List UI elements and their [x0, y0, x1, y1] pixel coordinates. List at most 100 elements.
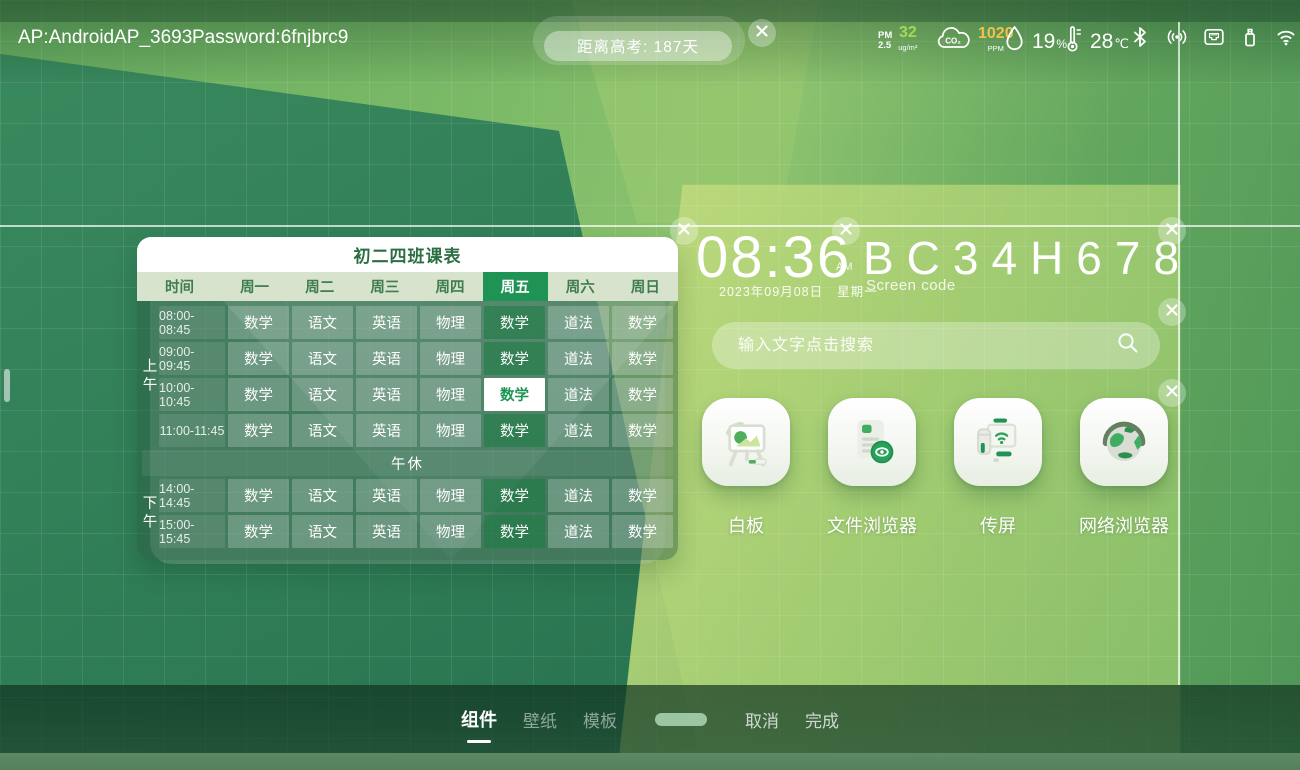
pm25-value: 32 — [899, 26, 917, 40]
subject-cell: 英语 — [356, 342, 417, 375]
subject-cell: 英语 — [356, 378, 417, 411]
screen-code-close-button[interactable] — [1158, 217, 1186, 245]
close-icon — [839, 222, 853, 241]
ap-password-label: Password:6fnjbrc9 — [192, 27, 348, 49]
app-whiteboard[interactable]: 白板 — [690, 398, 802, 538]
tab-components[interactable]: 组件 — [461, 706, 497, 732]
subject-cell: 道法 — [548, 479, 609, 512]
close-icon — [755, 24, 769, 43]
timetable-column-header: 周日 — [613, 272, 678, 301]
countdown-widget[interactable]: 距离高考: 187天 — [533, 16, 745, 65]
apps-close-button[interactable] — [1158, 379, 1186, 407]
timetable-column-header: 周二 — [287, 272, 352, 301]
subject-cell: 语文 — [292, 515, 353, 548]
subject-cell: 道法 — [548, 378, 609, 411]
screen-code-label: Screen code — [866, 277, 956, 294]
bluetooth-icon[interactable] — [1128, 25, 1152, 49]
morning-label: 上午 — [142, 306, 156, 447]
wifi-icon[interactable] — [1274, 25, 1298, 49]
subject-cell: 数学 — [612, 414, 673, 447]
subject-cell: 数学 — [612, 515, 673, 548]
temperature-value: 28 — [1090, 30, 1113, 54]
close-icon — [677, 222, 691, 241]
close-icon — [1165, 222, 1179, 241]
usb-drive-icon[interactable] — [1238, 25, 1262, 49]
afternoon-label: 下午 — [142, 479, 156, 548]
search-icon[interactable] — [1116, 331, 1140, 360]
subject-cell: 物理 — [420, 378, 481, 411]
close-icon — [1165, 303, 1179, 322]
subject-cell: 语文 — [292, 378, 353, 411]
timetable-column-header: 周四 — [417, 272, 482, 301]
subject-cell: 语文 — [292, 342, 353, 375]
app-file-browser[interactable]: 文件浏览器 — [816, 398, 928, 538]
current-subject-cell: 数学 — [484, 378, 545, 411]
done-button[interactable]: 完成 — [805, 707, 839, 732]
subject-cell: 道法 — [548, 306, 609, 339]
close-icon — [1165, 384, 1179, 403]
subject-cell: 道法 — [548, 414, 609, 447]
left-scroll-indicator[interactable] — [4, 369, 10, 402]
humidity-sensor: 19 % — [1002, 24, 1067, 59]
time-cell: 14:00-14:45 — [159, 479, 225, 512]
timetable-close-button[interactable] — [670, 217, 698, 245]
subject-cell: 物理 — [420, 479, 481, 512]
subject-cell: 数学 — [228, 414, 289, 447]
subject-cell: 英语 — [356, 479, 417, 512]
clock-close-button[interactable] — [832, 217, 860, 245]
subject-cell: 英语 — [356, 306, 417, 339]
app-screen-cast[interactable]: 传屏 — [942, 398, 1054, 538]
file-browser-icon — [828, 398, 916, 486]
bottom-edge-strip — [0, 753, 1300, 770]
time-cell: 08:00-08:45 — [159, 306, 225, 339]
edit-toolbar: 组件 壁纸 模板 取消 完成 — [0, 685, 1300, 753]
whiteboard-icon — [702, 398, 790, 486]
timetable-column-header: 周五 — [483, 272, 548, 301]
cancel-button[interactable]: 取消 — [745, 707, 779, 732]
vertical-guide-line — [1178, 22, 1180, 685]
launcher-screen: AP:AndroidAP_3693 Password:6fnjbrc9 距离高考… — [0, 0, 1300, 770]
countdown-close-button[interactable] — [748, 19, 776, 47]
subject-cell: 数学 — [228, 306, 289, 339]
app-label: 网络浏览器 — [1079, 512, 1169, 538]
ap-ssid-label: AP:AndroidAP_3693 — [18, 27, 192, 49]
ethernet-icon[interactable] — [1202, 25, 1226, 49]
time-cell: 09:00-09:45 — [159, 342, 225, 375]
search-bar — [712, 322, 1160, 369]
pm-name: PM — [878, 31, 892, 41]
app-web-browser[interactable]: 网络浏览器 — [1068, 398, 1180, 538]
clock-meridiem: AM — [836, 261, 853, 273]
status-icon-row — [1128, 25, 1298, 49]
timetable-column-header: 周三 — [352, 272, 417, 301]
timetable-widget: 初二四班课表 时间周一周二周三周四周五周六周日 上午08:00-08:45数学语… — [137, 237, 678, 560]
pm25-unit: ug/m³ — [898, 41, 917, 55]
water-drop-icon — [1002, 24, 1027, 59]
humidity-value: 19 — [1032, 30, 1055, 54]
horizontal-guide-line — [0, 225, 1300, 227]
subject-cell: 数学 — [484, 306, 545, 339]
app-label: 传屏 — [980, 512, 1016, 538]
subject-cell: 数学 — [228, 479, 289, 512]
tab-wallpaper[interactable]: 壁纸 — [523, 707, 557, 732]
page-indicator — [655, 713, 707, 726]
co2-label: CO₂ — [945, 37, 961, 46]
subject-cell: 数学 — [612, 306, 673, 339]
screen-cast-icon — [954, 398, 1042, 486]
app-label: 白板 — [728, 512, 764, 538]
timetable-column-header: 周一 — [222, 272, 287, 301]
lunch-break-row: 午休 — [142, 450, 673, 476]
hotspot-icon[interactable] — [1164, 25, 1190, 49]
tab-template[interactable]: 模板 — [583, 707, 617, 732]
subject-cell: 数学 — [484, 515, 545, 548]
subject-cell: 数学 — [228, 515, 289, 548]
web-browser-icon — [1080, 398, 1168, 486]
subject-cell: 道法 — [548, 342, 609, 375]
clock-date: 2023年09月08日 — [719, 281, 823, 300]
timetable-column-header: 周六 — [548, 272, 613, 301]
search-input[interactable] — [736, 336, 1116, 356]
co2-cloud-icon: CO₂ — [936, 25, 972, 58]
subject-cell: 英语 — [356, 515, 417, 548]
subject-cell: 数学 — [484, 342, 545, 375]
search-close-button[interactable] — [1158, 298, 1186, 326]
subject-cell: 物理 — [420, 414, 481, 447]
